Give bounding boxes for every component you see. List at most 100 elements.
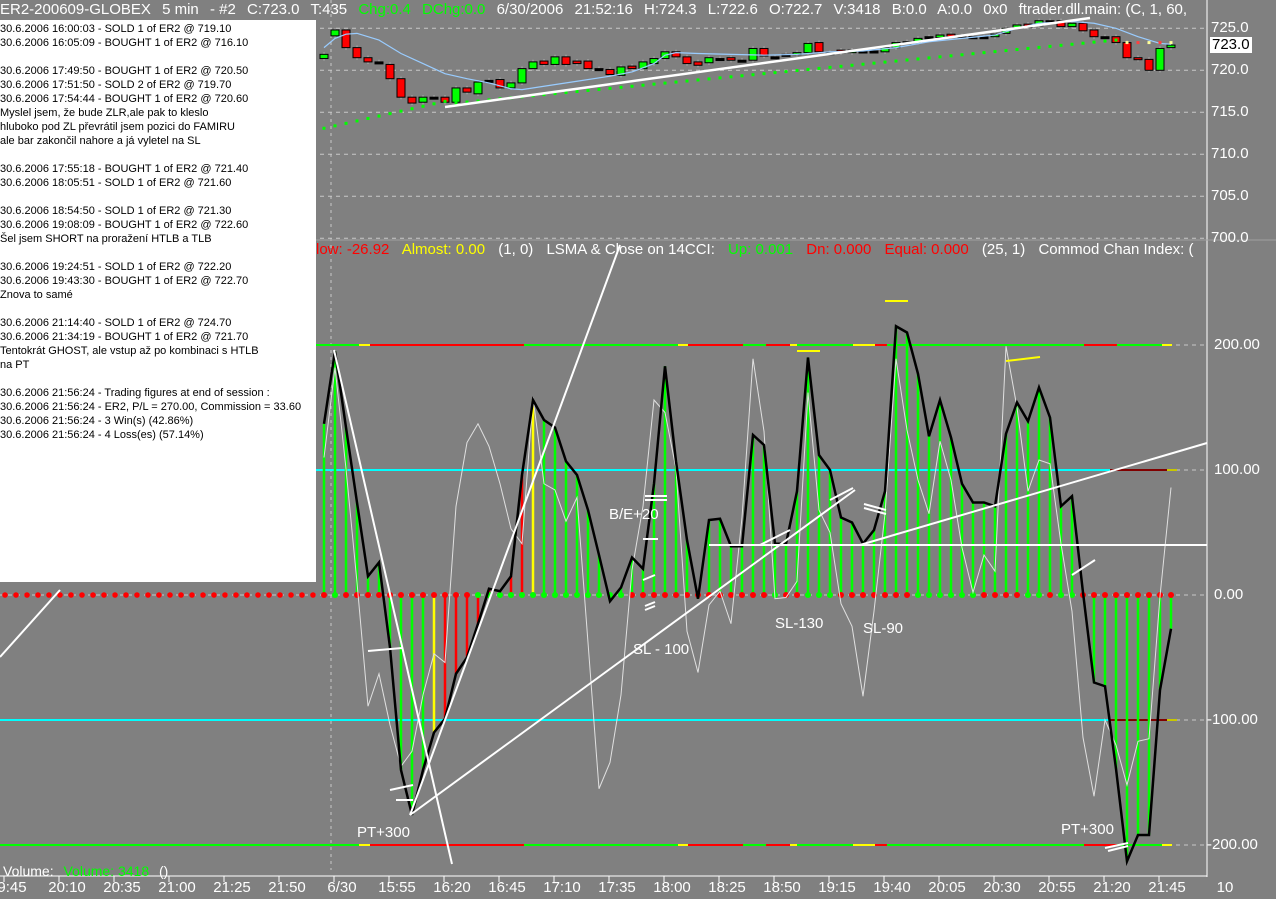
stop-marker [644,605,656,611]
zero-line-dot [794,592,800,598]
up-readout: Up: 0.001 [728,241,794,258]
annotation-sl-90: SL-90 [863,620,904,637]
sar-dot [1147,41,1151,45]
turbo-cci-line [323,346,1172,797]
zero-line-dot [1124,592,1130,598]
sar-dot [399,109,403,113]
zero-line-dot [266,592,272,598]
zero-line-dot [464,592,470,598]
time-axis-label: 21:00 [158,879,196,896]
cci-trendline [859,442,1208,546]
trade-log-line: 30.6.2006 21:14:40 - SOLD 1 of ER2 @ 724… [0,317,232,329]
interval: 5 min [162,1,199,18]
candle [550,56,560,65]
time: 21:52:16 [574,1,633,18]
zero-line-dot [618,592,624,598]
trade-log-line: 30.6.2006 18:05:51 - SOLD 1 of ER2 @ 721… [0,177,232,189]
candle [1089,29,1099,38]
zero-line-dot [860,592,866,598]
time-axis-label: 21:50 [268,879,306,896]
candle [429,96,439,100]
trade-log-line: Znova to samé [0,289,73,301]
zero-line-dot [519,592,525,598]
sar-dot [322,126,326,130]
sar-dot [740,74,744,78]
zero-line-dot [233,592,239,598]
candle [682,56,692,65]
close-value: C:723.0 [246,1,300,18]
sar-dot [1026,46,1030,50]
zero-line-dot [398,592,404,598]
time-axis-label: 17:10 [543,879,581,896]
sar-dot [773,71,777,75]
time-axis-label: 20:30 [983,879,1021,896]
sar-dot [916,57,920,61]
price-axis-label: 715.0 [1211,103,1249,121]
candle [451,87,461,103]
sar-dot [355,119,359,123]
zero-line-dot [816,592,822,598]
zero-line-dot [156,592,162,598]
candle [1122,42,1132,59]
zero-line-dot [673,592,679,598]
zero-line-dot [574,592,580,598]
stop-marker [367,647,403,652]
candle [561,56,571,65]
zero-line-dot [1003,592,1009,598]
candle [1133,57,1143,61]
sar-dot [1092,40,1096,44]
daily-change: DChg:0.0 [422,1,486,18]
time-axis-label: 15:55 [378,879,416,896]
sar-dot [949,54,953,58]
chart-number: - #2 [209,1,236,18]
time-axis-label: 21:45 [1148,879,1186,896]
trade-log-line: Tentokrát GHOST, ale vstup až po kombina… [0,345,259,357]
sar-dot [828,65,832,69]
sar-dot [366,116,370,120]
sar-dot [1081,41,1085,45]
zero-line-dot [2,592,8,598]
sar-dot [1037,45,1041,49]
sar-dot [839,64,843,68]
volume-label: Volume: [3,863,54,879]
zero-line-dot [530,592,536,598]
candle [715,58,725,62]
candle [1100,36,1110,40]
cci-axis-label: -100.00 [1207,711,1258,728]
time-axis-label: 20:10 [48,879,86,896]
chart-header: ER2-200609-GLOBEX 5 min - #2 C:723.0 T:4… [0,0,1207,20]
trade-log-panel[interactable]: 30.6.2006 16:00:03 - SOLD 1 of ER2 @ 719… [0,20,316,582]
sar-dot [388,112,392,116]
sar-dot [1103,39,1107,43]
sar-dot [982,51,986,55]
zero-line-dot [90,592,96,598]
sar-dot [872,61,876,65]
zero-line-dot [288,592,294,598]
zero-line-dot [332,592,338,598]
sar-dot [729,75,733,79]
candle [539,60,549,65]
cci-title: Commod Chan Index: ( [1038,241,1194,258]
open-value: O:722.7 [768,1,823,18]
candle [605,68,615,75]
trade-log-line: 30.6.2006 17:49:50 - BOUGHT 1 of ER2 @ 7… [0,65,249,77]
sar-dot [586,88,590,92]
time-axis-label: 17:35 [598,879,636,896]
zero-line-dot [310,592,316,598]
trade-log-line: ale bar zakončil nahore a já vyletel na … [0,135,201,147]
time-axis-label: 10 [1216,879,1234,896]
annotation-sl-100: SL - 100 [633,641,690,658]
zero-line-dot [244,592,250,598]
current-price-label: 723.0 [1210,36,1252,54]
candle [473,81,483,95]
zero-line-dot [1047,592,1053,598]
zero-line-dot [948,592,954,598]
sar-dot [1048,44,1052,48]
sar-dot [333,124,337,128]
zero-line-dot [750,592,756,598]
zero-line-dot [420,592,426,598]
low-value: L:722.6 [707,1,758,18]
trade-log-line [0,190,316,204]
zero-line-dot [926,592,932,598]
candle [352,47,362,59]
